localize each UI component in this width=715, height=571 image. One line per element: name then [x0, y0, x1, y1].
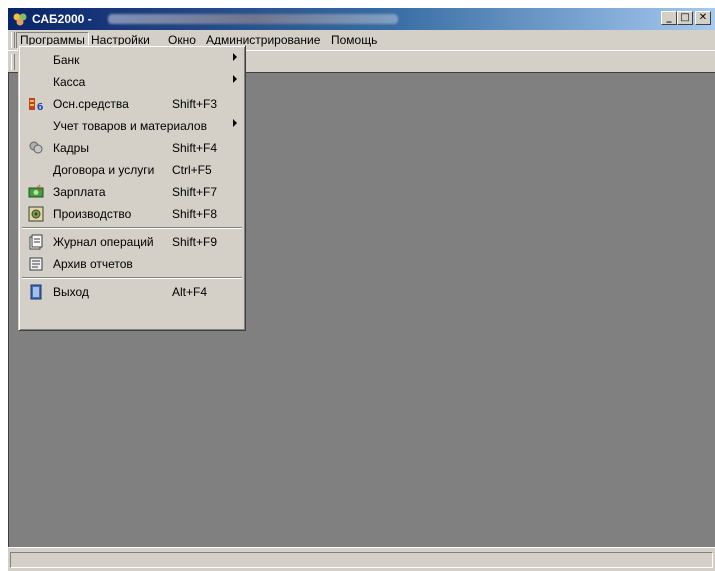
- menu-item-label: Касса: [53, 75, 86, 89]
- menu-item-fixed-assets[interactable]: б Осн.средства Shift+F3: [22, 93, 242, 115]
- menu-item-label: Выход: [53, 285, 89, 299]
- menu-item-shortcut: Shift+F9: [172, 235, 218, 249]
- menu-item-shortcut: Alt+F4: [172, 285, 208, 299]
- menubar-grip[interactable]: [11, 32, 15, 48]
- menu-item-label: Банк: [53, 53, 80, 67]
- journal-icon: [29, 234, 43, 250]
- fixed-assets-icon: б: [29, 98, 43, 112]
- app-icon: [13, 13, 27, 26]
- menu-item-goods-materials[interactable]: Учет товаров и материалов: [22, 115, 242, 137]
- menu-item-label: Осн.средства: [53, 97, 129, 111]
- window-title: САБ2000 -: [32, 12, 92, 26]
- title-redacted-text: [108, 14, 398, 24]
- menu-item-shortcut: Ctrl+F5: [172, 163, 212, 177]
- maximize-button[interactable]: □: [677, 11, 693, 25]
- submenu-arrow-icon: [233, 75, 237, 83]
- exit-icon: [30, 284, 42, 300]
- menu-item-label: Архив отчетов: [53, 257, 133, 271]
- title-bar[interactable]: САБ2000 - _ □ ✕: [8, 8, 715, 30]
- production-icon: [28, 206, 44, 222]
- submenu-arrow-icon: [233, 53, 237, 61]
- report-archive-icon: [29, 257, 43, 271]
- menu-item-salary[interactable]: $ Зарплата Shift+F7: [22, 181, 242, 203]
- menu-item-production[interactable]: Производство Shift+F8: [22, 203, 242, 225]
- menu-item-personnel[interactable]: Кадры Shift+F4: [22, 137, 242, 159]
- menu-item-exit[interactable]: Выход Alt+F4: [22, 281, 242, 303]
- menu-item-label: Договора и услуги: [53, 163, 155, 177]
- status-bar: [8, 547, 715, 571]
- menu-item-shortcut: Shift+F4: [172, 141, 218, 155]
- minimize-button[interactable]: _: [661, 11, 677, 25]
- menu-item-label: Кадры: [53, 141, 89, 155]
- svg-text:б: б: [37, 102, 43, 112]
- menu-item-report-archive[interactable]: Архив отчетов: [22, 253, 242, 275]
- close-button[interactable]: ✕: [695, 11, 711, 25]
- menu-item-cash[interactable]: Касса: [22, 71, 242, 93]
- toolbar-grip[interactable]: [11, 54, 15, 70]
- menu-item-label: Производство: [53, 207, 132, 221]
- menu-item-label: Зарплата: [53, 185, 106, 199]
- menu-item-label: Журнал операций: [53, 235, 154, 249]
- personnel-icon: [29, 141, 43, 154]
- svg-text:$: $: [37, 184, 41, 192]
- menu-separator: [22, 277, 242, 279]
- submenu-arrow-icon: [233, 119, 237, 127]
- menu-item-label: Учет товаров и материалов: [53, 119, 207, 133]
- menu-item-shortcut: Shift+F8: [172, 207, 218, 221]
- menu-item-contracts-services[interactable]: Договора и услуги Ctrl+F5: [22, 159, 242, 181]
- menu-item-shortcut: Shift+F3: [172, 97, 218, 111]
- menu-item-operations-journal[interactable]: Журнал операций Shift+F9: [22, 231, 242, 253]
- menu-item-shortcut: Shift+F7: [172, 185, 218, 199]
- salary-icon: $: [28, 184, 44, 198]
- status-panel: [10, 552, 713, 568]
- menu-help[interactable]: Помощь: [328, 33, 380, 48]
- menu-separator: [22, 227, 242, 229]
- programs-dropdown-menu: Банк Касса б Осн.средства Shift+F3 Учет …: [18, 45, 246, 331]
- menu-item-bank[interactable]: Банк: [22, 49, 242, 71]
